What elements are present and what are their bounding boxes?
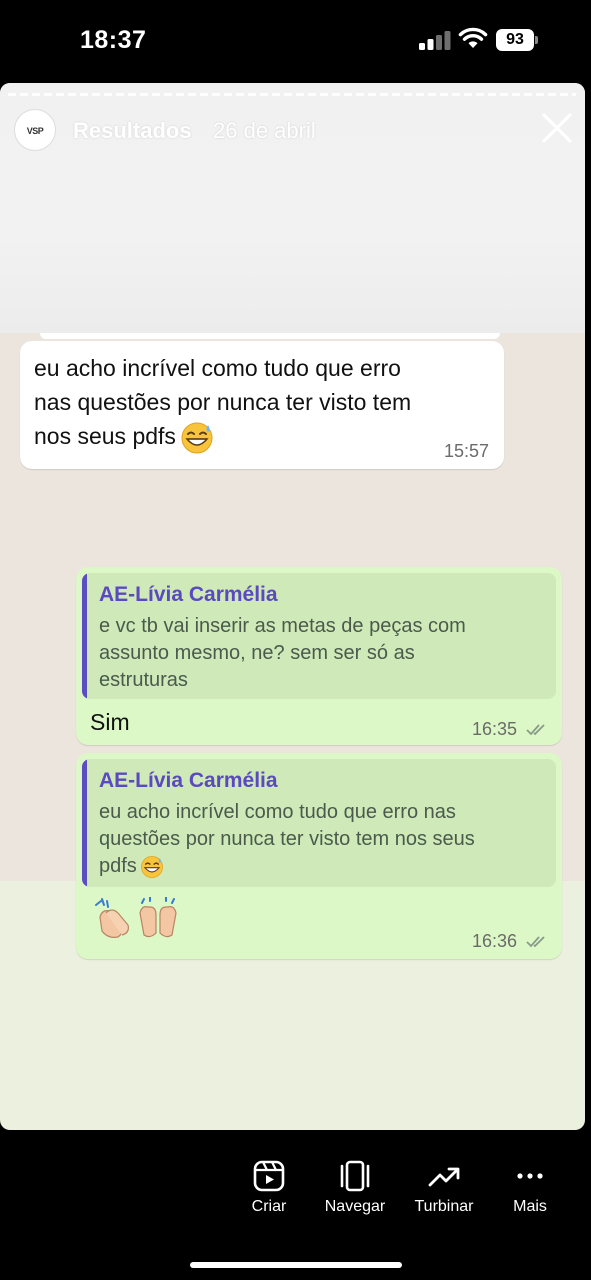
- outgoing-message: AE-Lívia Carmélia e vc tb vai inserir as…: [76, 567, 562, 745]
- avatar[interactable]: VSP: [14, 109, 56, 151]
- message-time: 16:35: [472, 719, 518, 739]
- read-ticks-icon: [526, 936, 545, 948]
- grinning-sweat-emoji: [140, 855, 163, 878]
- quote-line: e vc tb vai inserir as metas de peças co…: [99, 615, 466, 637]
- boost-button[interactable]: Turbinar: [399, 1160, 489, 1230]
- quote-line: eu acho incrível como tudo que erro nas: [99, 801, 456, 823]
- message-line: nos seus pdfs: [34, 423, 176, 449]
- status-time: 18:37: [80, 26, 147, 54]
- message-line: nas questões por nunca ter visto tem: [34, 389, 412, 415]
- reels-icon: [253, 1160, 285, 1192]
- raising-hands-emoji: [139, 897, 177, 938]
- more-label: Mais: [513, 1198, 547, 1215]
- battery-icon: 93: [496, 29, 538, 51]
- quote-line: pdfs: [99, 855, 137, 877]
- instagram-story-screen: 18:37 93 VSP Resultados 26 de abril eu a…: [0, 0, 591, 1280]
- outgoing-message: AE-Lívia Carmélia eu acho incrível como …: [76, 753, 562, 959]
- incoming-message: eu acho incrível como tudo que erro nas …: [20, 341, 504, 469]
- wifi-icon: [458, 27, 488, 48]
- story-progress-bar: [8, 93, 576, 96]
- quote-author: AE-Lívia Carmélia: [99, 769, 278, 792]
- grinning-sweat-emoji: [181, 422, 213, 454]
- more-button[interactable]: Mais: [485, 1160, 575, 1230]
- browse-label: Navegar: [324, 1198, 386, 1215]
- create-button[interactable]: Criar: [224, 1160, 314, 1230]
- message-text: Sim: [90, 709, 130, 735]
- story-actions-bar: Criar Navegar Turbinar Mais: [0, 1140, 591, 1280]
- boost-label: Turbinar: [414, 1198, 474, 1215]
- message-time: 15:57: [444, 441, 490, 461]
- account-name[interactable]: Resultados: [73, 118, 192, 144]
- quote-line: estruturas: [99, 669, 188, 691]
- message-time: 16:36: [472, 931, 518, 951]
- quoted-message[interactable]: AE-Lívia Carmélia eu acho incrível como …: [82, 759, 556, 887]
- read-ticks-icon: [526, 724, 545, 736]
- trending-up-icon: [428, 1167, 460, 1187]
- story-card[interactable]: VSP Resultados 26 de abril eu acho incrí…: [0, 83, 585, 1130]
- clapping-hands-emoji: [95, 898, 129, 938]
- home-indicator[interactable]: [190, 1262, 402, 1268]
- more-dots-icon: [517, 1173, 543, 1179]
- chat-screenshot: eu acho incrível como tudo que erro nas …: [0, 333, 585, 959]
- previous-bubble-edge: [40, 333, 500, 339]
- create-label: Criar: [251, 1198, 287, 1215]
- carousel-icon: [340, 1160, 370, 1192]
- status-bar: 18:37 93: [0, 0, 591, 80]
- cellular-signal-icon: [419, 31, 451, 50]
- story-date: 26 de abril: [213, 118, 316, 143]
- quote-line: assunto mesmo, ne? sem ser só as: [99, 642, 415, 664]
- quoted-message[interactable]: AE-Lívia Carmélia e vc tb vai inserir as…: [82, 573, 556, 699]
- battery-level: 93: [496, 29, 534, 51]
- browse-button[interactable]: Navegar: [310, 1160, 400, 1230]
- quote-author: AE-Lívia Carmélia: [99, 583, 278, 606]
- close-icon[interactable]: [540, 111, 574, 145]
- message-line: eu acho incrível como tudo que erro: [34, 355, 401, 381]
- quote-line: questões por nunca ter visto tem nos seu…: [99, 828, 475, 850]
